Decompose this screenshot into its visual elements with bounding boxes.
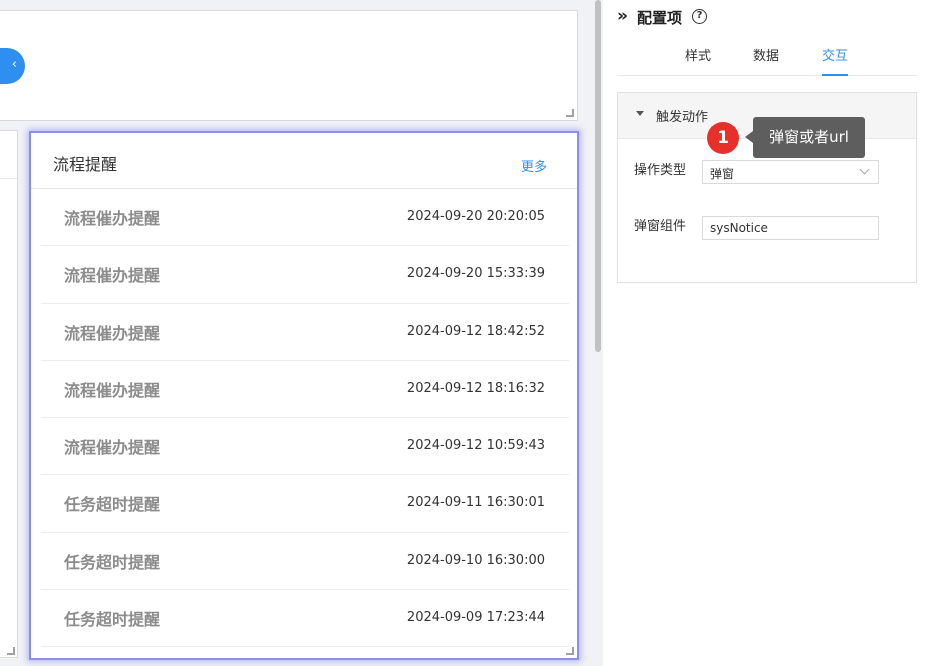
collapse-panel-icon[interactable]: » bbox=[617, 6, 628, 26]
item-title: 流程催办提醒 bbox=[64, 323, 161, 343]
left-widget-partial[interactable] bbox=[0, 130, 18, 658]
popup-component-input[interactable]: sysNotice bbox=[702, 216, 879, 240]
item-title: 流程催办提醒 bbox=[64, 266, 161, 286]
item-title: 流程催办提醒 bbox=[64, 438, 161, 458]
item-title: 流程催办提醒 bbox=[64, 380, 161, 400]
widget-header: 流程提醒 更多 bbox=[31, 133, 577, 189]
item-time: 2024-09-12 18:42:52 bbox=[406, 323, 545, 339]
action-type-value: 弹窗 bbox=[710, 167, 735, 181]
item-time: 2024-09-09 17:23:44 bbox=[406, 610, 545, 626]
caret-down-icon bbox=[636, 111, 644, 116]
list-item[interactable]: 任务超时提醒 2024-09-10 16:30:00 bbox=[41, 533, 569, 591]
design-canvas: ‹ 流程提醒 更多 流程催办提醒 2024-09-20 20:20:05 流程催… bbox=[0, 0, 603, 666]
item-time: 2024-09-11 16:30:01 bbox=[406, 495, 545, 511]
tooltip-arrow bbox=[745, 131, 753, 143]
help-icon[interactable]: ? bbox=[692, 9, 707, 24]
flow-reminder-widget[interactable]: 流程提醒 更多 流程催办提醒 2024-09-20 20:20:05 流程催办提… bbox=[29, 131, 579, 660]
item-title: 任务超时提醒 bbox=[64, 495, 161, 515]
item-time: 2024-09-20 20:20:05 bbox=[406, 209, 545, 224]
list-item[interactable]: 流程催办提醒 2024-09-12 10:59:43 bbox=[41, 418, 569, 476]
reminder-list: 流程催办提醒 2024-09-20 20:20:05 流程催办提醒 2024-0… bbox=[41, 189, 569, 648]
config-tabs: 样式 数据 交互 bbox=[617, 44, 917, 76]
popup-component-label: 弹窗组件 bbox=[634, 219, 687, 234]
list-item[interactable]: 流程催办提醒 2024-09-20 20:20:05 bbox=[41, 189, 569, 247]
list-item[interactable]: 任务超时提醒 2024-09-09 17:23:44 bbox=[41, 590, 569, 648]
item-title: 流程催办提醒 bbox=[64, 209, 161, 228]
resize-handle-icon[interactable] bbox=[566, 109, 574, 117]
annotation-tooltip: 弹窗或者url bbox=[753, 117, 865, 158]
list-item[interactable]: 流程催办提醒 2024-09-12 18:42:52 bbox=[41, 304, 569, 361]
trigger-section-label: 触发动作 bbox=[656, 110, 709, 125]
item-title: 任务超时提醒 bbox=[64, 610, 161, 630]
resize-handle-icon[interactable] bbox=[7, 647, 15, 655]
action-type-select[interactable]: 弹窗 bbox=[702, 160, 879, 184]
tab-data[interactable]: 数据 bbox=[753, 45, 779, 76]
resize-handle-icon[interactable] bbox=[566, 647, 574, 655]
item-time: 2024-09-12 18:16:32 bbox=[406, 380, 545, 396]
chevron-down-icon bbox=[859, 164, 870, 175]
chevron-left-icon: ‹ bbox=[11, 57, 17, 72]
panel-title: 配置项 bbox=[637, 9, 683, 27]
list-item[interactable]: 流程催办提醒 2024-09-12 18:16:32 bbox=[41, 361, 569, 419]
widget-title: 流程提醒 bbox=[53, 155, 118, 174]
tab-style[interactable]: 样式 bbox=[685, 45, 711, 76]
popup-component-value: sysNotice bbox=[710, 221, 768, 235]
action-type-label: 操作类型 bbox=[634, 163, 687, 178]
top-widget[interactable]: ‹ bbox=[0, 10, 578, 121]
item-title: 任务超时提醒 bbox=[64, 552, 161, 572]
more-link[interactable]: 更多 bbox=[521, 156, 547, 175]
divider bbox=[0, 178, 17, 179]
item-time: 2024-09-20 15:33:39 bbox=[406, 266, 545, 282]
tab-interaction[interactable]: 交互 bbox=[822, 45, 849, 76]
annotation-badge: 1 bbox=[707, 122, 739, 154]
top-widget-button[interactable]: ‹ bbox=[0, 48, 25, 84]
config-panel: » 配置项 ? 样式 数据 交互 触发动作 操作类型 弹窗 弹窗组件 sysNo… bbox=[603, 0, 931, 666]
item-time: 2024-09-12 10:59:43 bbox=[406, 438, 545, 454]
list-item[interactable]: 任务超时提醒 2024-09-11 16:30:01 bbox=[41, 475, 569, 533]
canvas-scrollbar-thumb[interactable] bbox=[595, 0, 601, 352]
item-time: 2024-09-10 16:30:00 bbox=[406, 552, 545, 568]
list-item[interactable]: 流程催办提醒 2024-09-20 15:33:39 bbox=[41, 246, 569, 304]
